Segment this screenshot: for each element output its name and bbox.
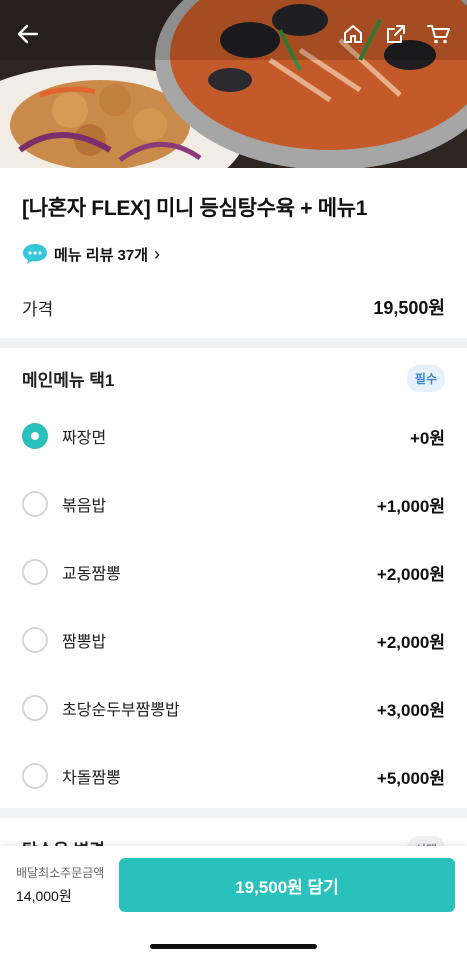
cart-button[interactable] [423, 18, 455, 50]
option-price: +0원 [409, 428, 445, 448]
option-row[interactable]: 짬뽕밥 +2,000원 [22, 626, 445, 654]
option-radio[interactable] [22, 559, 48, 585]
chevron-right-icon: › [154, 243, 161, 264]
option-name: 볶음밥 [62, 498, 107, 515]
section-divider [0, 808, 467, 818]
option-group-title: 메인메뉴 택1 [22, 370, 115, 390]
option-name: 초당순두부짬뽕밥 [62, 702, 180, 719]
add-to-cart-button[interactable]: 19,500원 담기 [119, 858, 455, 912]
share-icon [387, 25, 405, 43]
menu-hero-image [0, 0, 467, 168]
option-name: 짜장면 [62, 430, 107, 447]
arrow-left-icon [17, 24, 39, 44]
menu-title: [나혼자 FLEX] 미니 등심탕수육 + 메뉴1 [22, 197, 368, 220]
option-row[interactable]: 교동짬뽕 +2,000원 [22, 558, 445, 586]
home-icon [344, 25, 362, 43]
option-name: 교동짬뽕 [62, 566, 121, 583]
option-price: +5,000원 [376, 768, 445, 788]
option-row[interactable]: 초당순두부짬뽕밥 +3,000원 [22, 694, 445, 722]
option-price: +3,000원 [376, 700, 445, 720]
section-divider [0, 338, 467, 348]
min-order-label: 배달최소주문금액 [16, 866, 105, 880]
option-row[interactable]: 볶음밥 +1,000원 [22, 490, 445, 518]
option-radio[interactable] [22, 423, 48, 449]
bottom-order-bar: 배달최소주문금액 14,000원 19,500원 담기 [0, 846, 467, 960]
option-radio[interactable] [22, 763, 48, 789]
min-order-value: 14,000원 [16, 888, 72, 904]
home-indicator [150, 944, 317, 949]
price-row: 가격 19,500원 [22, 292, 445, 322]
price-label: 가격 [22, 299, 54, 319]
option-row[interactable]: 차돌짬뽕 +5,000원 [22, 762, 445, 790]
option-price: +2,000원 [376, 564, 445, 584]
back-button[interactable] [12, 18, 44, 50]
price-value: 19,500원 [373, 298, 445, 318]
cart-icon [427, 25, 450, 44]
option-row[interactable]: 짜장면 +0원 [22, 422, 445, 450]
option-name: 짬뽕밥 [62, 634, 107, 651]
review-bubble-icon [23, 244, 47, 264]
menu-review-label: 메뉴 리뷰 37개 [54, 246, 149, 264]
menu-info-section: [나혼자 FLEX] 미니 등심탕수육 + 메뉴1 메뉴 리뷰 37개 › 가격… [0, 168, 467, 338]
option-price: +2,000원 [376, 632, 445, 652]
option-radio[interactable] [22, 695, 48, 721]
option-radio[interactable] [22, 491, 48, 517]
option-radio[interactable] [22, 627, 48, 653]
share-button[interactable] [380, 18, 412, 50]
main-menu-options: 메인메뉴 택1 필수 짜장면 +0원 볶음밥 +1,000원 교동짬뽕 +2,000원 짬뽕… [0, 348, 467, 808]
option-price: +1,000원 [376, 496, 445, 516]
option-name: 차돌짬뽕 [62, 770, 121, 787]
option-group-header: 메인메뉴 택1 필수 [22, 364, 445, 392]
home-button[interactable] [337, 18, 369, 50]
required-badge: 필수 [406, 364, 445, 392]
menu-review-link[interactable]: 메뉴 리뷰 37개 › [22, 240, 160, 268]
